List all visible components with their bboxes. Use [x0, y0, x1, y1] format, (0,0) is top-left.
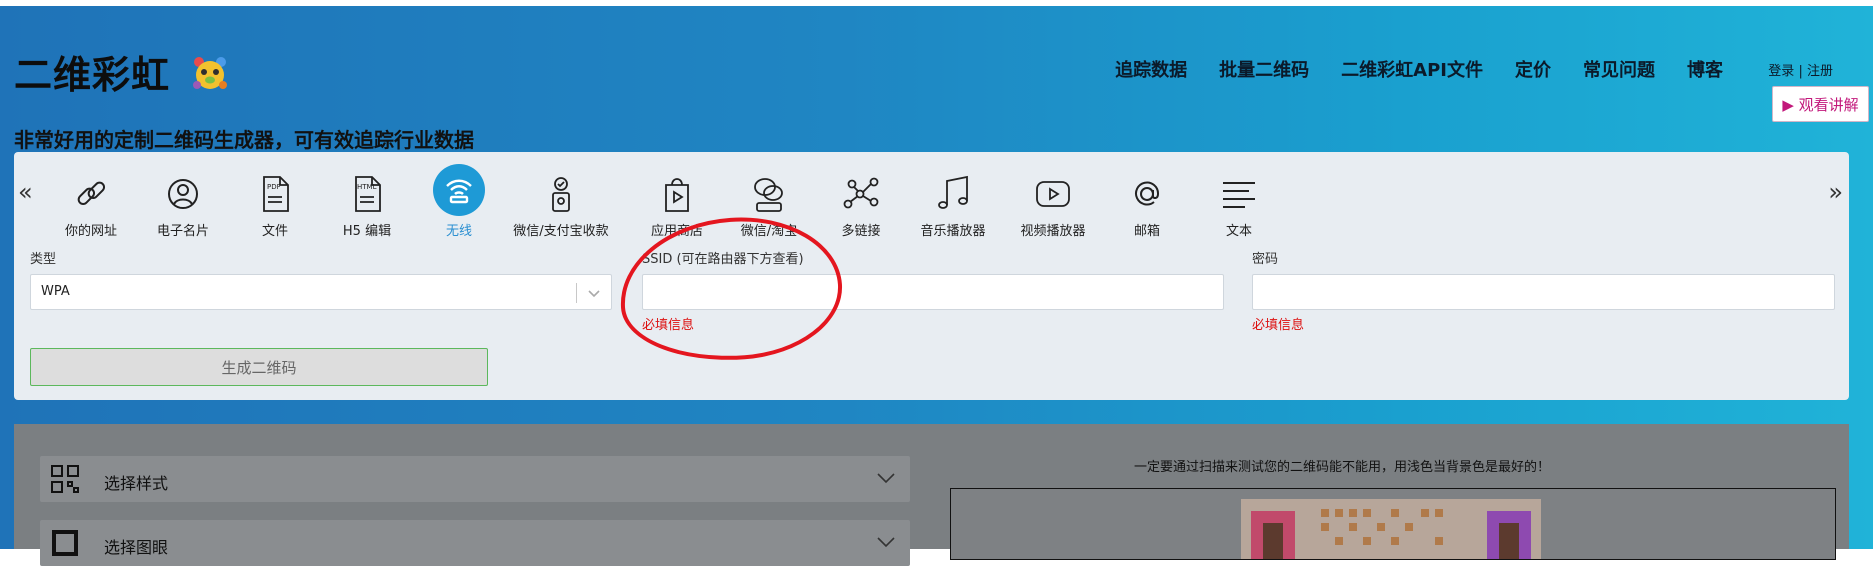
encryption-value: WPA — [41, 284, 70, 299]
password-input[interactable] — [1252, 274, 1835, 310]
qr-type-panel: « » 你的网址 电子名片 PDF 文件 HTML H5 编辑 无线 微信/支付… — [14, 152, 1849, 400]
generate-qr-button[interactable]: 生成二维码 — [30, 348, 488, 386]
brand-name: 二维彩虹 — [14, 53, 171, 97]
nav-api[interactable]: 二维彩虹API文件 — [1341, 56, 1483, 82]
scan-test-note: 一定要通过扫描来测试您的二维码能不能用，用浅色当背景色是最好的！ — [1134, 460, 1551, 475]
type-label: 音乐播放器 — [920, 224, 986, 239]
nav-batch[interactable]: 批量二维码 — [1219, 56, 1309, 82]
password-field-label: 密码 — [1252, 252, 1279, 267]
login-link[interactable]: 登录 — [1768, 64, 1794, 79]
rainbow-bear-icon — [192, 55, 228, 100]
wifi-icon — [404, 164, 514, 216]
type-field-label: 类型 — [30, 252, 57, 267]
register-link[interactable]: 注册 — [1807, 64, 1833, 79]
chevron-down-icon — [876, 534, 896, 553]
watch-tutorial-button[interactable]: ▶ 观看讲解 — [1772, 86, 1869, 122]
encryption-select[interactable]: WPA — [30, 274, 612, 310]
tagline: 非常好用的定制二维码生成器，可有效追踪行业数据 — [14, 128, 474, 152]
chevron-down-icon — [587, 285, 601, 304]
payment-icon — [506, 172, 616, 216]
type-label: 文本 — [1225, 224, 1252, 239]
accordion-label: 选择图眼 — [104, 538, 169, 557]
type-music[interactable]: 音乐播放器 — [898, 172, 1008, 239]
qr-preview-box — [950, 488, 1836, 560]
type-payment[interactable]: 微信/支付宝收款 — [506, 172, 616, 239]
scroll-left-arrow[interactable]: « — [18, 180, 33, 204]
design-section: 选择样式 选择图眼 一定要通过扫描来测试您的二维码能不能用，用浅色当背景色是最好… — [14, 424, 1849, 566]
type-text[interactable]: 文本 — [1184, 172, 1294, 239]
nav-faq[interactable]: 常见问题 — [1583, 56, 1655, 82]
type-label: 无线 — [445, 224, 472, 239]
accordion-eye[interactable]: 选择图眼 — [40, 520, 910, 566]
brand[interactable]: 二维彩虹 — [14, 44, 228, 100]
password-error: 必填信息 — [1252, 318, 1305, 333]
select-separator — [576, 283, 577, 303]
accordion-label: 选择样式 — [104, 474, 169, 493]
music-icon — [898, 172, 1008, 216]
main-nav: 追踪数据 批量二维码 二维彩虹API文件 定价 常见问题 博客 — [1115, 56, 1723, 82]
chevron-down-icon — [876, 470, 896, 489]
auth-links: 登录 | 注册 — [1768, 60, 1833, 79]
type-label: 微信/支付宝收款 — [513, 224, 609, 239]
type-wifi[interactable]: 无线 — [404, 164, 514, 239]
auth-separator: | — [1798, 64, 1803, 79]
qr-style-icon — [50, 464, 80, 498]
scroll-right-arrow[interactable]: » — [1828, 180, 1843, 204]
text-icon — [1184, 172, 1294, 216]
nav-blog[interactable]: 博客 — [1687, 56, 1723, 82]
nav-tracking[interactable]: 追踪数据 — [1115, 56, 1187, 82]
accordion-style[interactable]: 选择样式 — [40, 456, 910, 502]
qr-eye-icon — [50, 528, 80, 562]
nav-pricing[interactable]: 定价 — [1515, 56, 1551, 82]
svg-text:HTML: HTML — [357, 183, 377, 191]
svg-text:PDF: PDF — [267, 183, 281, 191]
